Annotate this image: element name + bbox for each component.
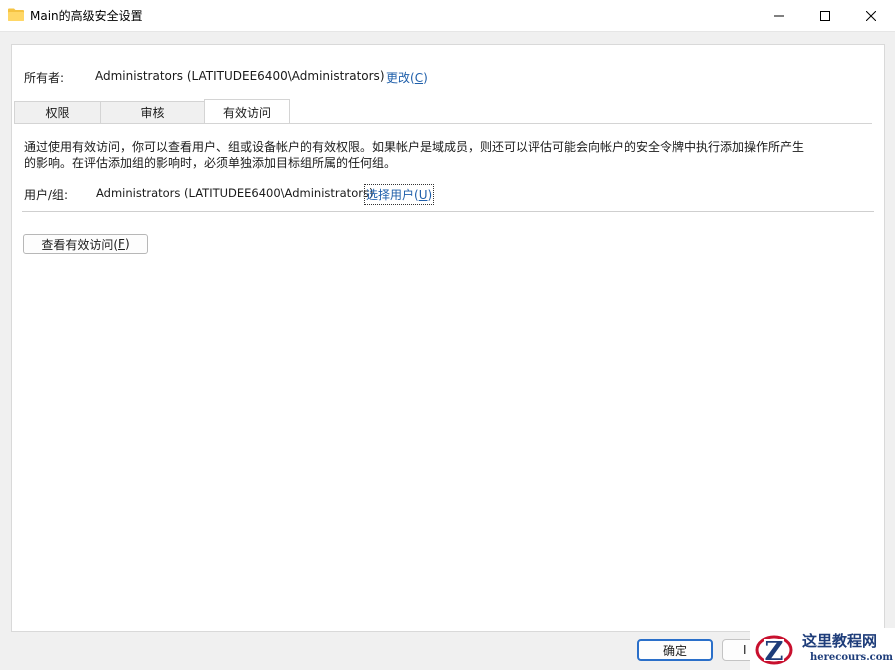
owner-value: Administrators (LATITUDEE6400\Administra… (95, 69, 385, 83)
change-owner-prefix: 更改( (386, 71, 415, 85)
view-button-key: F (118, 237, 125, 251)
owner-label: 所有者: (24, 71, 65, 85)
select-user-prefix: 选择用户( (366, 188, 419, 202)
window-title: Main的高级安全设置 (30, 9, 143, 23)
section-divider (22, 211, 874, 212)
select-user-suffix: ) (427, 188, 433, 202)
content-panel (11, 44, 885, 632)
change-owner-link[interactable]: 更改(C) (386, 69, 428, 86)
tab-permissions[interactable]: 权限 (14, 101, 101, 123)
minimize-button[interactable] (756, 0, 802, 31)
title-bar[interactable]: Main的高级安全设置 (0, 0, 895, 32)
effective-access-description: 通过使用有效访问，你可以查看用户、组或设备帐户的有效权限。如果帐户是域成员，则还… (24, 139, 874, 171)
select-user-link[interactable]: 选择用户(U) (364, 184, 435, 205)
tab-divider (14, 123, 872, 124)
watermark-logo-icon: Z (755, 635, 793, 667)
maximize-icon (820, 10, 830, 21)
view-button-prefix: 查看有效访问( (41, 237, 119, 252)
folder-icon (8, 8, 24, 21)
minimize-icon (774, 15, 784, 16)
change-owner-suffix: ) (423, 71, 428, 85)
security-settings-window: Main的高级安全设置 所有者: Administrators (LATITUD… (0, 0, 895, 670)
maximize-button[interactable] (802, 0, 848, 31)
watermark: Z 这里教程网 herecours.com (750, 628, 895, 670)
watermark-subtitle: herecours.com (810, 652, 894, 663)
description-line-2: 的影响。在评估添加组的影响时，必须单独添加目标组所属的任何组。 (24, 156, 397, 170)
close-icon (866, 10, 876, 21)
watermark-title: 这里教程网 (802, 632, 878, 650)
view-button-suffix: ) (124, 237, 130, 251)
change-owner-key: C (414, 71, 424, 85)
close-button[interactable] (848, 0, 894, 31)
view-effective-access-button[interactable]: 查看有效访问(F) (23, 234, 148, 254)
user-group-value: Administrators (LATITUDEE6400\Administra… (96, 186, 374, 200)
description-line-1: 通过使用有效访问，你可以查看用户、组或设备帐户的有效权限。如果帐户是域成员，则还… (24, 140, 805, 154)
watermark-logo-letter: Z (765, 637, 784, 667)
tab-effective-access[interactable]: 有效访问 (204, 99, 290, 124)
ok-button[interactable]: 确定 (637, 639, 713, 661)
tab-auditing[interactable]: 审核 (100, 101, 205, 123)
user-group-label: 用户/组: (24, 188, 69, 202)
